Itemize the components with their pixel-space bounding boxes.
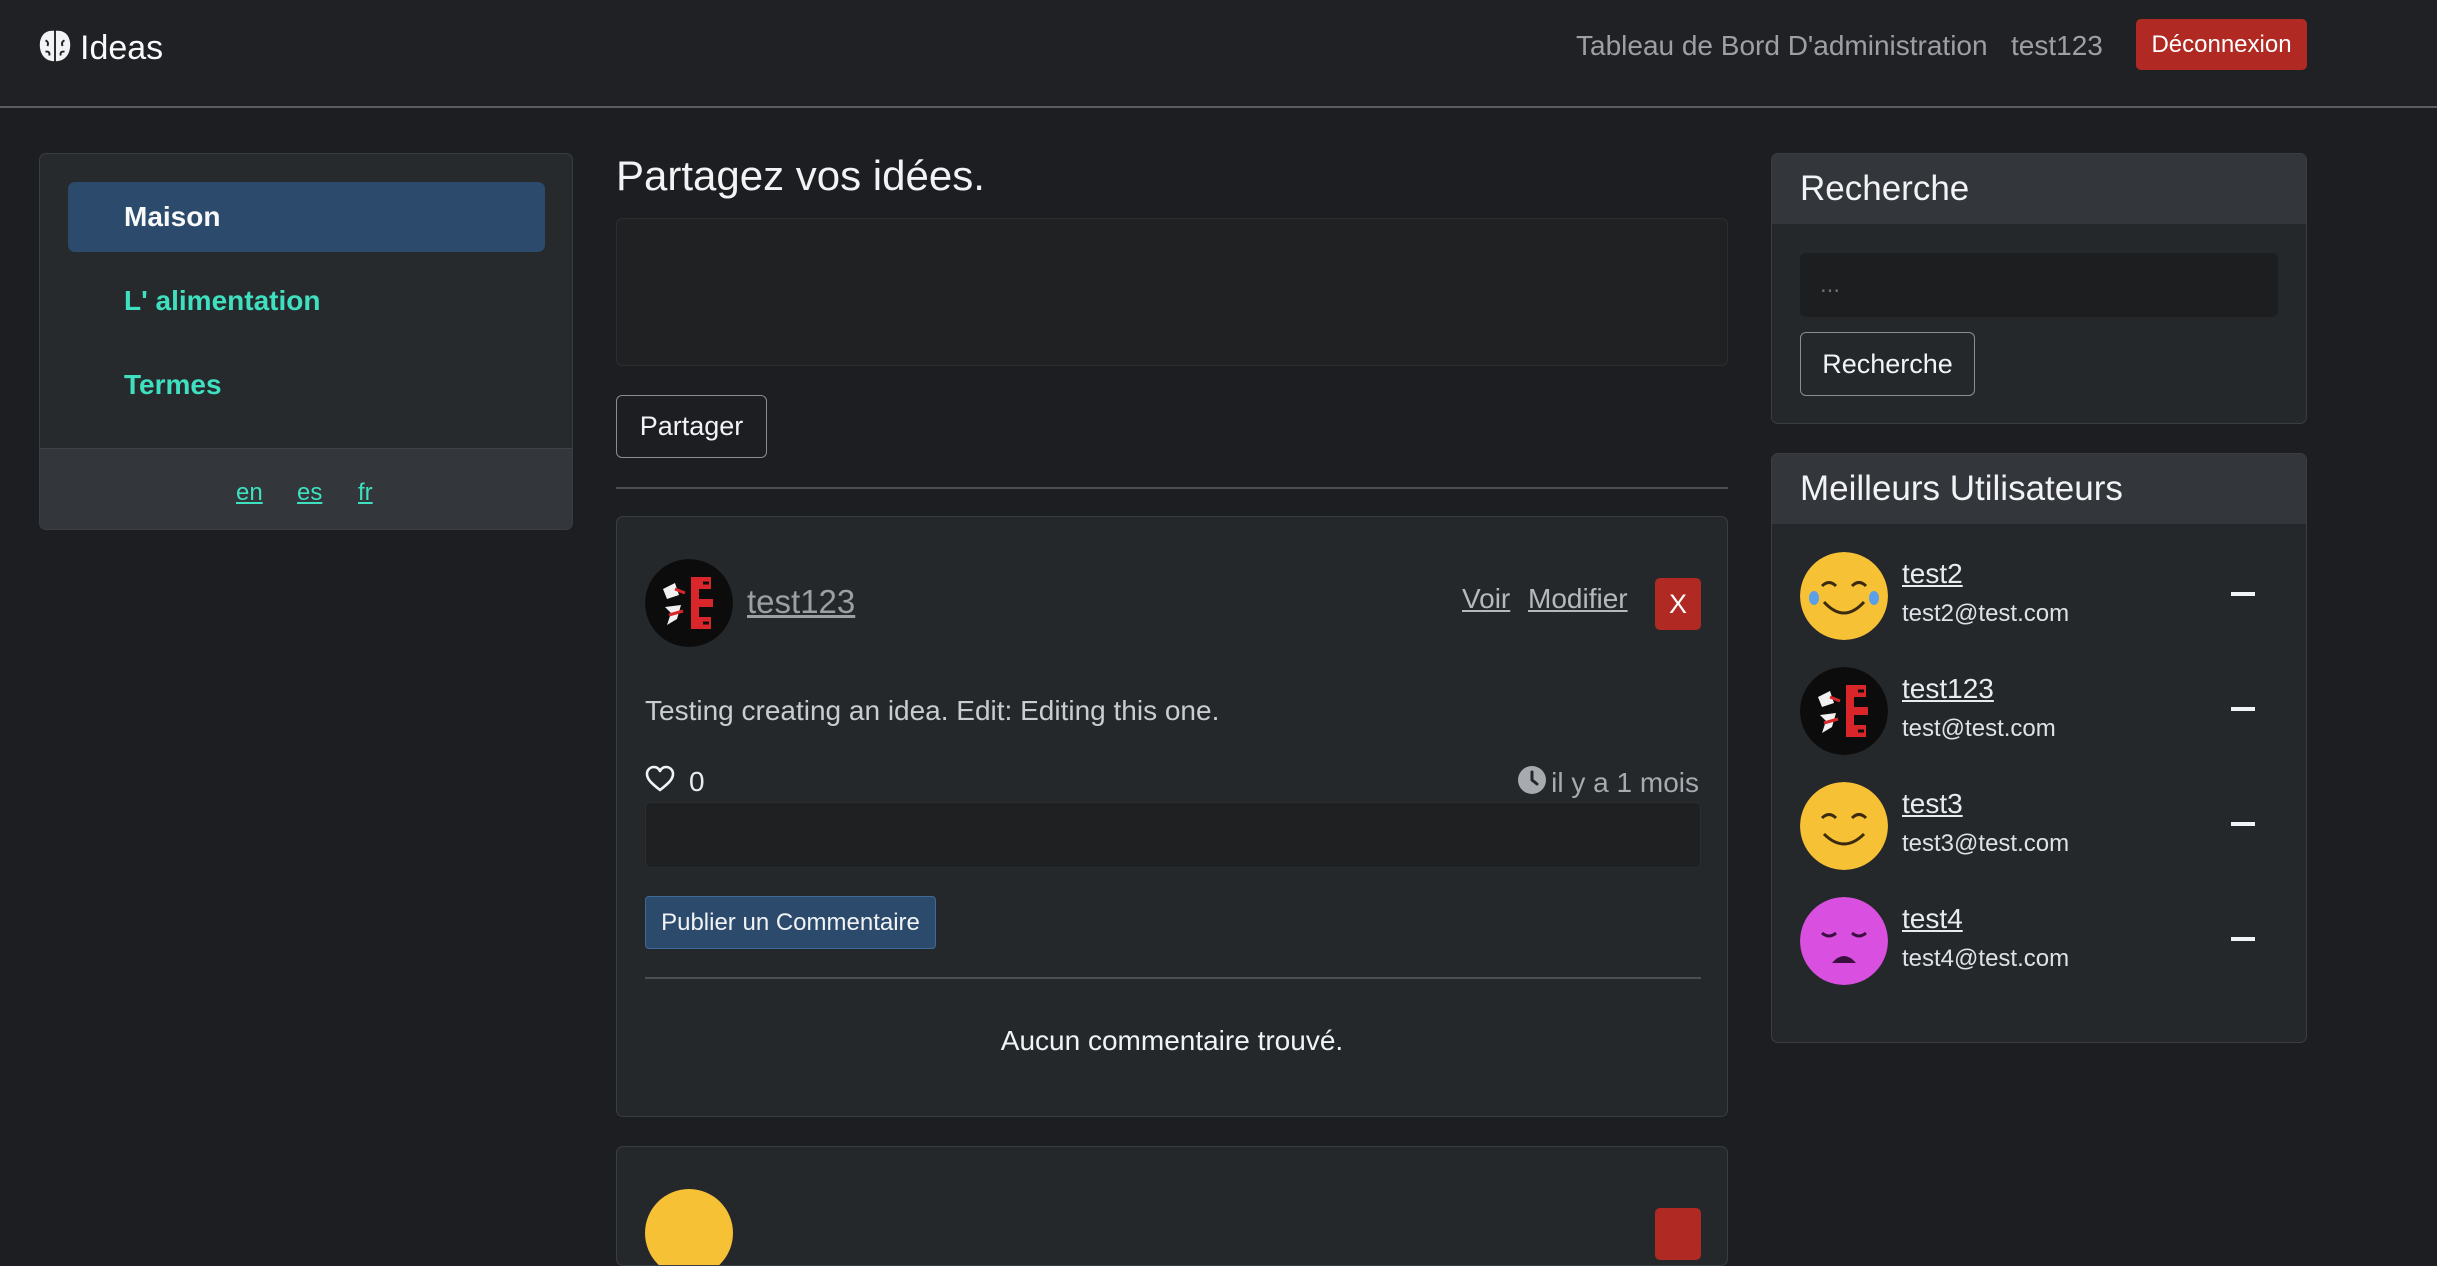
search-panel-title: Recherche: [1772, 154, 2306, 224]
brain-icon: [36, 27, 74, 70]
smiling-emoji-icon: [1800, 782, 1888, 870]
view-idea-link[interactable]: Voir: [1462, 583, 1510, 615]
avatar[interactable]: [1800, 667, 1888, 755]
red-calligraphy-logo-icon: [645, 559, 733, 647]
heart-icon[interactable]: [645, 765, 675, 798]
search-input[interactable]: ...: [1800, 253, 2278, 317]
sad-emoji-icon: [1800, 897, 1888, 985]
navbar: Ideas Tableau de Bord D'administration t…: [0, 0, 2437, 108]
user-email: test@test.com: [1902, 715, 2056, 742]
comment-textarea[interactable]: [645, 802, 1701, 868]
language-link-en[interactable]: en: [236, 479, 263, 507]
language-switcher: en es fr: [40, 448, 572, 529]
sidebar-item-terms[interactable]: Termes: [68, 350, 545, 420]
list-item: test123 test@test.com: [1800, 667, 2280, 757]
sidebar: Maison L' alimentation Termes en es fr: [39, 153, 573, 530]
share-title: Partagez vos idées.: [616, 152, 985, 199]
timestamp: il y a 1 mois: [1517, 765, 1699, 800]
no-comments-message: Aucun commentaire trouvé.: [1000, 1025, 1344, 1056]
sidebar-item-feed[interactable]: L' alimentation: [68, 266, 545, 336]
avatar[interactable]: [1800, 782, 1888, 870]
minus-icon: [2231, 592, 2255, 596]
post-comment-button[interactable]: Publier un Commentaire: [645, 896, 936, 949]
brand[interactable]: Ideas: [36, 27, 163, 70]
list-item: test2 test2@test.com: [1800, 552, 2280, 642]
list-item: test4 test4@test.com: [1800, 897, 2280, 987]
user-email: test4@test.com: [1902, 945, 2070, 972]
divider: [616, 487, 1728, 489]
search-panel: Recherche ... Recherche: [1771, 153, 2307, 424]
logout-button[interactable]: Déconnexion: [2136, 19, 2307, 70]
author-avatar[interactable]: [645, 1189, 733, 1265]
sidebar-item-home[interactable]: Maison: [68, 182, 545, 252]
language-link-fr[interactable]: fr: [358, 479, 373, 507]
user-name-link[interactable]: test3: [1902, 788, 1963, 820]
user-email: test2@test.com: [1902, 600, 2070, 627]
edit-idea-link[interactable]: Modifier: [1528, 583, 1628, 615]
minus-icon: [2231, 937, 2255, 941]
avatar[interactable]: [1800, 552, 1888, 640]
share-textarea[interactable]: [616, 218, 1728, 366]
idea-content: Testing creating an idea. Edit: Editing …: [645, 695, 1220, 726]
idea-card: test123 Voir Modifier X Testing creating…: [616, 516, 1728, 1117]
top-users-title: Meilleurs Utilisateurs: [1772, 454, 2306, 524]
author-avatar[interactable]: [645, 559, 733, 647]
admin-dashboard-link[interactable]: Tableau de Bord D'administration: [1576, 30, 1988, 62]
top-users-panel: Meilleurs Utilisateurs test2 test2@test.…: [1771, 453, 2307, 1043]
language-link-es[interactable]: es: [297, 479, 322, 507]
avatar[interactable]: [1800, 897, 1888, 985]
user-name-link[interactable]: test123: [1902, 673, 1994, 705]
user-name-link[interactable]: test4: [1902, 903, 1963, 935]
idea-author-link[interactable]: test123: [747, 583, 855, 621]
search-button[interactable]: Recherche: [1800, 332, 1975, 396]
red-calligraphy-logo-icon: [1800, 667, 1888, 755]
delete-idea-button[interactable]: X: [1655, 578, 1701, 630]
user-email: test3@test.com: [1902, 830, 2070, 857]
list-item: test3 test3@test.com: [1800, 782, 2280, 872]
clock-icon: [1517, 765, 1551, 800]
delete-idea-button[interactable]: [1655, 1208, 1701, 1260]
like-control[interactable]: 0: [645, 765, 705, 798]
minus-icon: [2231, 822, 2255, 826]
like-count: 0: [689, 765, 705, 797]
idea-card: [616, 1146, 1728, 1266]
minus-icon: [2231, 707, 2255, 711]
share-button[interactable]: Partager: [616, 395, 767, 458]
laughing-emoji-icon: [1800, 552, 1888, 640]
divider: [645, 977, 1701, 979]
timestamp-text: il y a 1 mois: [1551, 766, 1699, 798]
user-name-link[interactable]: test2: [1902, 558, 1963, 590]
brand-name: Ideas: [80, 29, 164, 67]
username-link[interactable]: test123: [2011, 30, 2103, 62]
